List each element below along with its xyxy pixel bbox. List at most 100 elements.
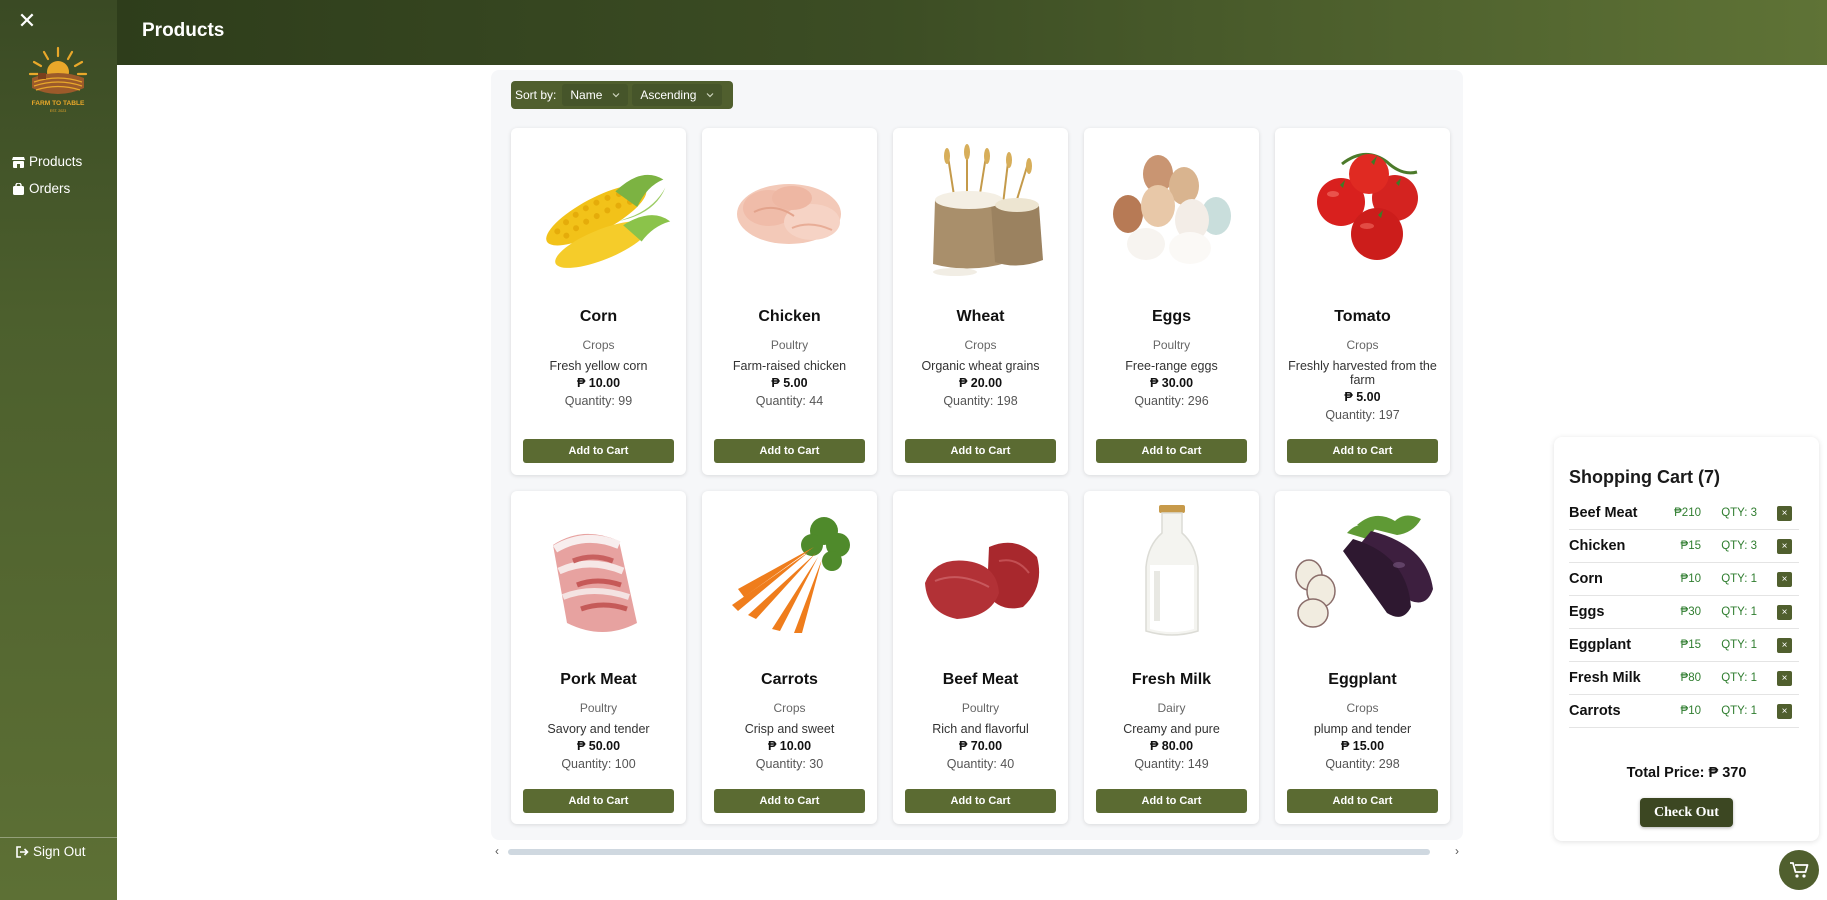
remove-item-button[interactable]: × (1777, 571, 1792, 587)
product-quantity: Quantity: 149 (1134, 757, 1209, 771)
farm-to-table-logo: FARM TO TABLE EST. 2023 (22, 42, 94, 116)
remove-item-button[interactable]: × (1777, 604, 1792, 620)
add-to-cart-button[interactable]: Add to Cart (1096, 439, 1247, 463)
product-name: Pork Meat (560, 671, 637, 688)
product-price: ₱ 5.00 (771, 376, 808, 390)
product-description: Free-range eggs (1125, 359, 1218, 373)
product-quantity: Quantity: 296 (1134, 394, 1209, 408)
product-description: Creamy and pure (1123, 722, 1220, 736)
sign-out-icon (16, 845, 29, 858)
chevron-down-icon (706, 93, 714, 98)
product-card: Wheat Crops Organic wheat grains ₱ 20.00… (893, 128, 1068, 475)
add-to-cart-button[interactable]: Add to Cart (714, 789, 865, 813)
sort-order-select[interactable]: Ascending (632, 84, 723, 106)
cart-item-qty: QTY: 3 (1721, 540, 1757, 552)
product-card: Pork Meat Poultry Savory and tender ₱ 50… (511, 491, 686, 824)
product-card: Chicken Poultry Farm-raised chicken ₱ 5.… (702, 128, 877, 475)
cart-item-name: Fresh Milk (1569, 670, 1641, 686)
product-price: ₱ 50.00 (576, 739, 621, 753)
product-description: plump and tender (1313, 722, 1412, 736)
product-image-pork (523, 505, 674, 641)
product-description: Crisp and sweet (744, 722, 835, 736)
scrollbar-thumb[interactable] (508, 849, 1430, 855)
product-price: ₱ 5.00 (1344, 390, 1381, 404)
product-price: ₱ 10.00 (576, 376, 621, 390)
product-name: Tomato (1334, 308, 1391, 325)
product-category: Crops (964, 338, 997, 352)
cart-item-qty: QTY: 1 (1721, 672, 1757, 684)
sidebar-item-orders[interactable]: Orders (12, 175, 82, 202)
bag-icon (13, 182, 24, 195)
top-header: Products (117, 0, 1827, 65)
product-description: Savory and tender (547, 722, 650, 736)
shopping-cart: Shopping Cart (7) Beef Meat ₱210 QTY: 3 … (1554, 437, 1819, 841)
product-image-wheat (905, 142, 1056, 278)
product-category: Poultry (579, 701, 618, 715)
product-category: Crops (582, 338, 615, 352)
cart-list: Beef Meat ₱210 QTY: 3 × Chicken ₱15 QTY:… (1569, 497, 1799, 728)
product-quantity: Quantity: 298 (1325, 757, 1400, 771)
add-to-cart-button[interactable]: Add to Cart (1287, 789, 1438, 813)
remove-item-button[interactable]: × (1777, 505, 1792, 521)
cart-title: Shopping Cart (7) (1569, 467, 1720, 487)
add-to-cart-button[interactable]: Add to Cart (905, 439, 1056, 463)
product-image-chicken (714, 142, 865, 278)
product-description: Organic wheat grains (921, 359, 1040, 373)
cart-toggle-button[interactable] (1779, 850, 1819, 890)
add-to-cart-button[interactable]: Add to Cart (714, 439, 865, 463)
add-to-cart-button[interactable]: Add to Cart (523, 439, 674, 463)
sign-out-button[interactable]: Sign Out (16, 844, 86, 859)
cart-item: Fresh Milk ₱80 QTY: 1 × (1569, 662, 1799, 695)
scroll-right-icon[interactable]: › (1455, 844, 1459, 858)
sidebar-item-label: Orders (29, 181, 71, 196)
product-grid: Corn Crops Fresh yellow corn ₱ 10.00 Qua… (511, 128, 1450, 824)
product-category: Crops (773, 701, 806, 715)
cart-item-price: ₱10 (1680, 705, 1701, 717)
scroll-left-icon[interactable]: ‹ (495, 844, 499, 858)
sidebar-item-products[interactable]: Products (12, 148, 82, 175)
cart-item-qty: QTY: 1 (1721, 639, 1757, 651)
add-to-cart-button[interactable]: Add to Cart (1096, 789, 1247, 813)
product-price: ₱ 20.00 (958, 376, 1003, 390)
store-icon (12, 156, 25, 168)
add-to-cart-button[interactable]: Add to Cart (1287, 439, 1438, 463)
sort-field-select[interactable]: Name (562, 84, 629, 106)
product-description: Fresh yellow corn (549, 359, 648, 373)
product-category: Poultry (961, 701, 1000, 715)
sort-order-value: Ascending (640, 88, 697, 102)
add-to-cart-button[interactable]: Add to Cart (523, 789, 674, 813)
cart-item-name: Carrots (1569, 703, 1621, 719)
product-price: ₱ 30.00 (1149, 376, 1194, 390)
remove-item-button[interactable]: × (1777, 703, 1792, 719)
remove-item-button[interactable]: × (1777, 538, 1792, 554)
product-category: Crops (1346, 338, 1379, 352)
product-description: Rich and flavorful (932, 722, 1029, 736)
cart-item-price: ₱210 (1674, 507, 1701, 519)
remove-item-button[interactable]: × (1777, 637, 1792, 653)
product-name: Eggplant (1328, 671, 1397, 688)
checkout-button[interactable]: Check Out (1640, 798, 1733, 827)
cart-item: Eggs ₱30 QTY: 1 × (1569, 596, 1799, 629)
sort-bar: Sort by: Name Ascending (511, 81, 733, 109)
sidebar-item-label: Products (29, 154, 83, 169)
cart-item-name: Eggplant (1569, 637, 1632, 653)
cart-item: Beef Meat ₱210 QTY: 3 × (1569, 497, 1799, 530)
close-icon[interactable]: ✕ (16, 10, 38, 32)
product-name: Wheat (956, 308, 1005, 325)
product-image-carrots (714, 505, 865, 641)
product-name: Fresh Milk (1131, 671, 1212, 688)
product-price: ₱ 80.00 (1149, 739, 1194, 753)
product-name: Chicken (758, 308, 821, 325)
product-image-eggplant (1287, 505, 1438, 641)
product-category: Dairy (1157, 701, 1186, 715)
horizontal-scrollbar[interactable]: ‹ › (491, 843, 1463, 861)
product-card: Corn Crops Fresh yellow corn ₱ 10.00 Qua… (511, 128, 686, 475)
remove-item-button[interactable]: × (1777, 670, 1792, 686)
product-quantity: Quantity: 100 (561, 757, 636, 771)
cart-item-name: Eggs (1569, 604, 1605, 620)
product-card: Fresh Milk Dairy Creamy and pure ₱ 80.00… (1084, 491, 1259, 824)
cart-item: Corn ₱10 QTY: 1 × (1569, 563, 1799, 596)
cart-item-name: Corn (1569, 571, 1603, 587)
add-to-cart-button[interactable]: Add to Cart (905, 789, 1056, 813)
cart-item-price: ₱15 (1680, 540, 1701, 552)
